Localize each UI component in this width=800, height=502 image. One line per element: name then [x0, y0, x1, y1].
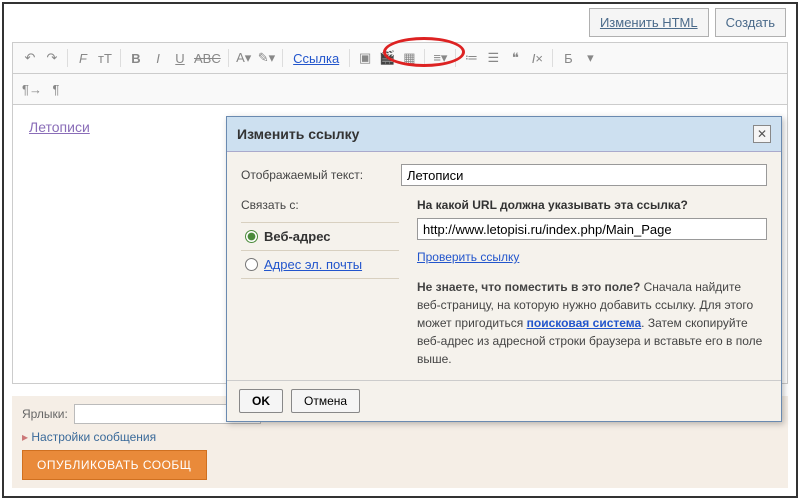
content-hyperlink[interactable]: Летописи [29, 119, 90, 135]
cancel-button[interactable]: Отмена [291, 389, 360, 413]
italic-icon[interactable]: I [147, 47, 169, 69]
text-color-icon[interactable]: A▾ [233, 47, 255, 69]
dropdown-icon[interactable]: ▾ [579, 47, 601, 69]
radio-web-input[interactable] [245, 230, 258, 243]
help-text: Не знаете, что поместить в это поле? Сна… [417, 278, 767, 368]
radio-web-label: Веб-адрес [264, 229, 331, 244]
video-icon[interactable]: 🎬 [376, 47, 398, 69]
clear-format-icon[interactable]: I× [526, 47, 548, 69]
display-text-label: Отображаемый текст: [241, 168, 401, 182]
strikethrough-icon[interactable]: ABC [191, 47, 224, 69]
insert-icon[interactable]: ▦ [398, 47, 420, 69]
link-button[interactable]: Ссылка [287, 51, 345, 66]
radio-email-address[interactable]: Адрес эл. почты [241, 251, 399, 279]
template-icon[interactable]: Б [557, 47, 579, 69]
display-text-input[interactable] [401, 164, 767, 186]
dialog-footer: OK Отмена [227, 380, 781, 421]
labels-label: Ярлыки: [22, 407, 68, 421]
help-bold: Не знаете, что поместить в это поле? [417, 280, 640, 294]
edit-html-button[interactable]: Изменить HTML [589, 8, 709, 37]
radio-email-input[interactable] [245, 258, 258, 271]
numbered-list-icon[interactable]: ≔ [460, 47, 482, 69]
top-button-bar: Изменить HTML Создать [589, 8, 786, 37]
editor-toolbar-row2: ¶→ ¶ [12, 74, 788, 105]
check-link[interactable]: Проверить ссылку [417, 250, 519, 264]
radio-web-address[interactable]: Веб-адрес [241, 222, 399, 251]
url-question-label: На какой URL должна указывать эта ссылка… [417, 198, 767, 212]
dialog-titlebar[interactable]: Изменить ссылку ✕ [227, 117, 781, 152]
redo-icon[interactable]: ↷ [41, 47, 63, 69]
bold-icon[interactable]: B [125, 47, 147, 69]
font-icon[interactable]: F [72, 47, 94, 69]
ltr-icon[interactable]: ¶→ [19, 78, 45, 100]
highlight-icon[interactable]: ✎▾ [255, 47, 278, 69]
image-icon[interactable]: ▣ [354, 47, 376, 69]
align-icon[interactable]: ≡▾ [429, 47, 451, 69]
editor-toolbar: ↶ ↷ F тT B I U ABC A▾ ✎▾ Ссылка ▣ 🎬 ▦ ≡▾… [12, 42, 788, 74]
create-button[interactable]: Создать [715, 8, 786, 37]
url-input[interactable] [417, 218, 767, 240]
edit-link-dialog: Изменить ссылку ✕ Отображаемый текст: Св… [226, 116, 782, 422]
text-size-icon[interactable]: тT [94, 47, 116, 69]
pilcrow-icon[interactable]: ¶ [45, 78, 67, 100]
bullet-list-icon[interactable]: ☰ [482, 47, 504, 69]
undo-icon[interactable]: ↶ [19, 47, 41, 69]
close-icon[interactable]: ✕ [753, 125, 771, 143]
underline-icon[interactable]: U [169, 47, 191, 69]
quote-icon[interactable]: ❝ [504, 47, 526, 69]
radio-email-label: Адрес эл. почты [264, 257, 362, 272]
post-settings-link[interactable]: Настройки сообщения [22, 430, 156, 444]
dialog-title: Изменить ссылку [237, 126, 359, 142]
publish-button[interactable]: ОПУБЛИКОВАТЬ СООБЩ [22, 450, 207, 480]
search-system-link[interactable]: поисковая система [527, 316, 642, 330]
ok-button[interactable]: OK [239, 389, 283, 413]
link-with-label: Связать с: [241, 198, 399, 212]
